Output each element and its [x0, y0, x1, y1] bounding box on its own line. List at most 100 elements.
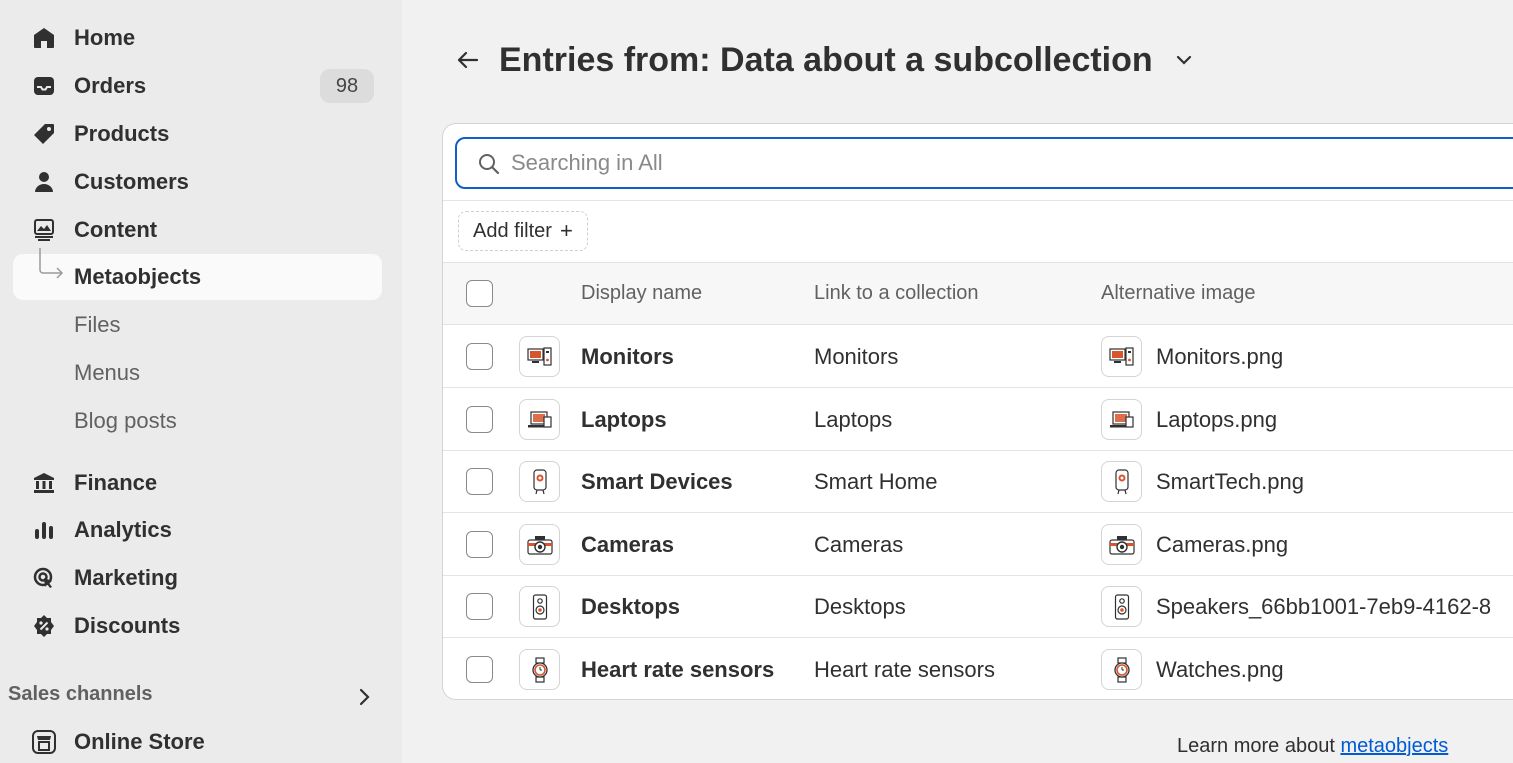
nav-label-files: Files	[74, 312, 121, 337]
nav-item-discounts[interactable]: Discounts	[13, 603, 382, 649]
plus-icon: +	[559, 218, 573, 243]
nav-label-finance: Finance	[74, 470, 158, 495]
nav-item-content[interactable]: Content	[13, 207, 382, 253]
cell-alternative-image: Monitors.png	[1156, 344, 1284, 369]
person-icon	[32, 170, 56, 194]
tag-icon	[32, 122, 56, 146]
nav-item-orders[interactable]: Orders 98	[13, 63, 382, 109]
nav-label-content: Content	[74, 217, 158, 242]
select-all-checkbox[interactable]	[466, 280, 493, 307]
nav-label-analytics: Analytics	[74, 517, 172, 542]
table-row[interactable]: Laptops Laptops Laptops.png	[443, 388, 1513, 451]
chevron-down-icon[interactable]	[1173, 49, 1195, 71]
nav-item-files[interactable]: Files	[13, 302, 382, 348]
page-header: Entries from: Data about a subcollection	[455, 40, 1195, 80]
add-filter-button[interactable]: Add filter +	[458, 211, 588, 251]
table-row[interactable]: Monitors Monitors Monitors.png	[443, 325, 1513, 388]
nav-item-customers[interactable]: Customers	[13, 159, 382, 205]
row-checkbox[interactable]	[466, 656, 493, 683]
search-icon	[479, 154, 500, 175]
subitem-arrow-icon	[37, 248, 67, 280]
target-icon	[32, 566, 56, 590]
bank-icon	[32, 471, 56, 495]
cell-collection-link: Cameras	[814, 532, 904, 557]
image-icon	[32, 218, 56, 242]
nav-item-analytics[interactable]: Analytics	[13, 507, 382, 553]
page-title: Entries from: Data about a subcollection	[499, 40, 1153, 79]
row-checkbox[interactable]	[466, 468, 493, 495]
back-arrow-icon[interactable]	[455, 47, 481, 73]
cell-display-name: Smart Devices	[581, 469, 733, 494]
sales-channels-title: Sales channels	[8, 683, 153, 705]
nav-item-online-store[interactable]: Online Store	[13, 719, 382, 763]
nav-item-home[interactable]: Home	[13, 15, 382, 61]
cell-collection-link: Smart Home	[814, 469, 938, 494]
column-header-link-to-collection[interactable]: Link to a collection	[814, 282, 979, 305]
store-icon	[32, 730, 56, 754]
cell-collection-link: Heart rate sensors	[814, 657, 995, 682]
search-bar[interactable]	[455, 137, 1513, 189]
chevron-right-icon[interactable]	[354, 685, 376, 709]
nav-item-marketing[interactable]: Marketing	[13, 555, 382, 601]
sidebar: Home Orders 98 Products Customers Conten…	[0, 0, 402, 763]
entries-card: Add filter + Display name Link to a coll…	[442, 123, 1513, 700]
nav-item-blog-posts[interactable]: Blog posts	[13, 398, 382, 444]
discount-icon	[32, 614, 56, 638]
nav-item-metaobjects[interactable]: Metaobjects	[13, 248, 382, 300]
table-row[interactable]: Smart Devices Smart Home SmartTech.png	[443, 450, 1513, 513]
cell-display-name: Laptops	[581, 407, 667, 432]
laptop-icon	[519, 399, 560, 440]
column-header-alternative-image[interactable]: Alternative image	[1101, 282, 1256, 305]
home-icon	[32, 26, 56, 50]
monitor-icon	[519, 336, 560, 377]
nav-label-customers: Customers	[74, 169, 189, 194]
table-row[interactable]: Heart rate sensors Heart rate sensors Wa…	[443, 638, 1513, 699]
cell-display-name: Heart rate sensors	[581, 657, 775, 682]
table-row[interactable]: Cameras Cameras Cameras.png	[443, 513, 1513, 576]
nav-label-home: Home	[74, 25, 136, 50]
smart-device-icon	[519, 461, 560, 502]
nav-label-menus: Menus	[74, 360, 141, 385]
divider	[443, 200, 1513, 201]
nav-item-finance[interactable]: Finance	[13, 460, 382, 506]
inbox-icon	[32, 74, 56, 98]
laptop-icon	[1101, 399, 1142, 440]
learn-more-text: Learn more about metaobjects	[1177, 735, 1448, 758]
speaker-icon	[1101, 586, 1142, 627]
column-header-display-name[interactable]: Display name	[581, 282, 702, 305]
smart-device-icon	[1101, 461, 1142, 502]
nav-label-metaobjects: Metaobjects	[74, 264, 202, 289]
camera-icon	[519, 524, 560, 565]
table-row[interactable]: Desktops Desktops Speakers_66bb1001-7eb9…	[443, 575, 1513, 638]
cell-alternative-image: Watches.png	[1156, 657, 1284, 682]
row-checkbox[interactable]	[466, 343, 493, 370]
add-filter-label: Add filter	[473, 219, 552, 242]
cell-collection-link: Monitors	[814, 344, 899, 369]
nav-label-discounts: Discounts	[74, 613, 181, 638]
speaker-icon	[519, 586, 560, 627]
monitor-icon	[1101, 336, 1142, 377]
cell-display-name: Monitors	[581, 344, 674, 369]
nav-label-marketing: Marketing	[74, 565, 178, 590]
search-input[interactable]	[511, 145, 1411, 181]
learn-more-prefix: Learn more about	[1177, 735, 1341, 757]
row-checkbox[interactable]	[466, 593, 493, 620]
cell-alternative-image: Cameras.png	[1156, 532, 1289, 557]
cell-alternative-image: Laptops.png	[1156, 407, 1278, 432]
row-checkbox[interactable]	[466, 406, 493, 433]
nav-label-online-store: Online Store	[74, 729, 205, 754]
nav-item-products[interactable]: Products	[13, 111, 382, 157]
table-header: Display name Link to a collection Altern…	[443, 262, 1513, 325]
cell-collection-link: Desktops	[814, 594, 906, 619]
cell-display-name: Desktops	[581, 594, 681, 619]
nav-label-orders: Orders	[74, 73, 147, 98]
nav-item-menus[interactable]: Menus	[13, 350, 382, 396]
watch-icon	[519, 649, 560, 690]
metaobjects-help-link[interactable]: metaobjects	[1340, 735, 1448, 757]
cell-collection-link: Laptops	[814, 407, 893, 432]
orders-count-badge: 98	[320, 69, 374, 103]
watch-icon	[1101, 649, 1142, 690]
cell-alternative-image: Speakers_66bb1001-7eb9-4162-8	[1156, 594, 1492, 619]
row-checkbox[interactable]	[466, 531, 493, 558]
nav-label-products: Products	[74, 121, 170, 146]
